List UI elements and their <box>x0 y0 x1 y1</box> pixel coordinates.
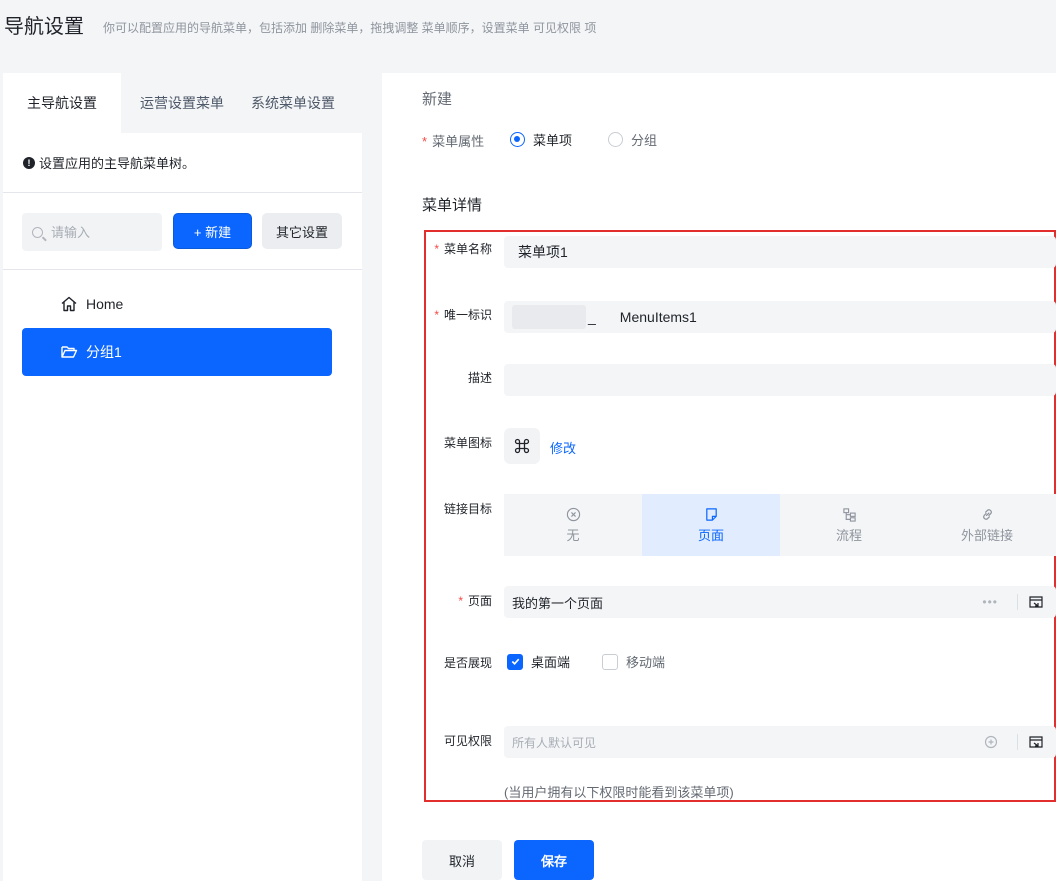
description-label: 描述 <box>467 371 492 385</box>
divider <box>1017 734 1018 750</box>
page-value: 我的第一个页面 <box>512 595 604 611</box>
save-button[interactable]: 保存 <box>514 840 594 880</box>
tree-item-home[interactable]: Home <box>22 280 332 328</box>
tab-system-menu[interactable]: 系统菜单设置 <box>243 73 343 133</box>
page-icon <box>705 507 717 521</box>
link-target-label: 链接目标 <box>443 502 492 516</box>
identifier-label: * 唯一标识 <box>434 308 492 322</box>
identifier-value: MenuItems1 <box>619 309 697 325</box>
menu-name-field[interactable]: 菜单项1 <box>504 236 1056 268</box>
command-icon <box>514 438 530 454</box>
page-select-field[interactable]: 我的第一个页面 ••• <box>504 586 1056 618</box>
menu-details-title: 菜单详情 <box>422 197 483 214</box>
menu-attribute-label: * 菜单属性 <box>422 134 485 149</box>
info-icon: ! <box>23 156 35 169</box>
permission-label: 可见权限 <box>443 734 492 748</box>
permission-hint: (当用户拥有以下权限时能看到该菜单项) <box>504 785 734 800</box>
required-mark: * <box>434 242 439 256</box>
permission-placeholder: 所有人默认可见 <box>512 735 597 750</box>
page-subtitle: 你可以配置应用的导航菜单，包括添加 删除菜单，拖拽调整 菜单顺序，设置菜单 可见… <box>103 21 597 35</box>
page-title: 导航设置 <box>4 16 84 38</box>
open-dialog-icon[interactable] <box>1028 734 1044 750</box>
radio-label: 菜单项 <box>533 133 573 148</box>
menu-icon-preview[interactable] <box>504 428 540 464</box>
radio-unchecked-icon <box>608 132 623 147</box>
target-option-external-link[interactable]: 外部链接 <box>918 494 1056 556</box>
flow-icon <box>842 507 856 522</box>
menu-name-label: * 菜单名称 <box>434 242 492 256</box>
settings-tabs: 主导航设置 运营设置菜单 系统菜单设置 <box>3 73 362 133</box>
section-title: 新建 <box>422 91 453 108</box>
required-mark: * <box>422 134 428 149</box>
search-icon <box>32 226 43 238</box>
checkbox-label: 移动端 <box>626 655 666 670</box>
page-header: 导航设置 你可以配置应用的导航菜单，包括添加 删除菜单，拖拽调整 菜单顺序，设置… <box>0 0 1056 50</box>
checkbox-mobile[interactable]: 移动端 <box>602 652 665 671</box>
menu-details-box: * 菜单名称 菜单项1 * 唯一标识 _ MenuItems1 描述 菜单图标 修改… <box>424 230 1056 802</box>
new-menu-button[interactable]: + 新建 <box>173 213 252 249</box>
checkbox-checked-icon <box>507 653 523 670</box>
page-label: * 页面 <box>458 594 492 608</box>
folder-open-icon <box>61 346 78 358</box>
radio-checked-icon <box>510 132 525 147</box>
info-line: ! 设置应用的主导航菜单树。 <box>23 153 195 172</box>
tree-item-group1[interactable]: 分组1 <box>22 328 332 376</box>
tree-item-label: Home <box>86 296 124 312</box>
home-icon <box>61 296 77 312</box>
tree-item-label: 分组1 <box>86 344 122 360</box>
edit-icon-link[interactable]: 修改 <box>550 438 576 457</box>
divider <box>3 269 362 270</box>
identifier-separator: _ <box>588 309 596 325</box>
permission-field[interactable]: 所有人默认可见 <box>504 726 1056 758</box>
identifier-field[interactable]: _ MenuItems1 <box>504 301 1056 333</box>
navigation-tree-panel: 主导航设置 运营设置菜单 系统菜单设置 ! 设置应用的主导航菜单树。 + 新建 … <box>3 73 362 881</box>
divider <box>1017 594 1018 610</box>
identifier-prefix <box>512 305 586 329</box>
link-target-selector: 无 页面 流程 外部链接 <box>504 494 1056 556</box>
menu-editor-panel: 新建 * 菜单属性 菜单项 分组 菜单详情 * 菜单名称 菜单项1 * 唯一标识 _ … <box>382 73 1056 881</box>
checkbox-label: 桌面端 <box>531 655 571 670</box>
cancel-button[interactable]: 取消 <box>422 840 502 880</box>
required-mark: * <box>434 308 439 322</box>
target-option-none[interactable]: 无 <box>504 494 642 556</box>
link-icon <box>982 508 992 520</box>
tab-main-navigation[interactable]: 主导航设置 <box>3 73 121 133</box>
circle-x-icon <box>566 507 580 521</box>
radio-group[interactable]: 分组 <box>608 130 657 149</box>
display-label: 是否展现 <box>443 656 492 670</box>
search-box[interactable] <box>22 213 162 251</box>
description-field[interactable] <box>504 364 1056 396</box>
target-option-page[interactable]: 页面 <box>642 494 780 556</box>
target-option-flow[interactable]: 流程 <box>780 494 918 556</box>
checkbox-desktop[interactable]: 桌面端 <box>507 652 570 671</box>
radio-menu-item[interactable]: 菜单项 <box>510 130 572 149</box>
open-dialog-icon[interactable] <box>1028 594 1044 610</box>
required-mark: * <box>458 594 463 608</box>
other-settings-button[interactable]: 其它设置 <box>262 213 342 249</box>
checkbox-unchecked-icon <box>602 653 618 670</box>
info-text: 设置应用的主导航菜单树。 <box>39 156 196 171</box>
menu-icon-label: 菜单图标 <box>443 436 492 450</box>
tab-operations-menu[interactable]: 运营设置菜单 <box>131 73 233 133</box>
add-circle-icon[interactable] <box>984 735 998 749</box>
divider <box>3 192 362 193</box>
radio-label: 分组 <box>631 133 658 148</box>
more-icon[interactable]: ••• <box>982 595 998 609</box>
search-input[interactable] <box>51 224 151 240</box>
